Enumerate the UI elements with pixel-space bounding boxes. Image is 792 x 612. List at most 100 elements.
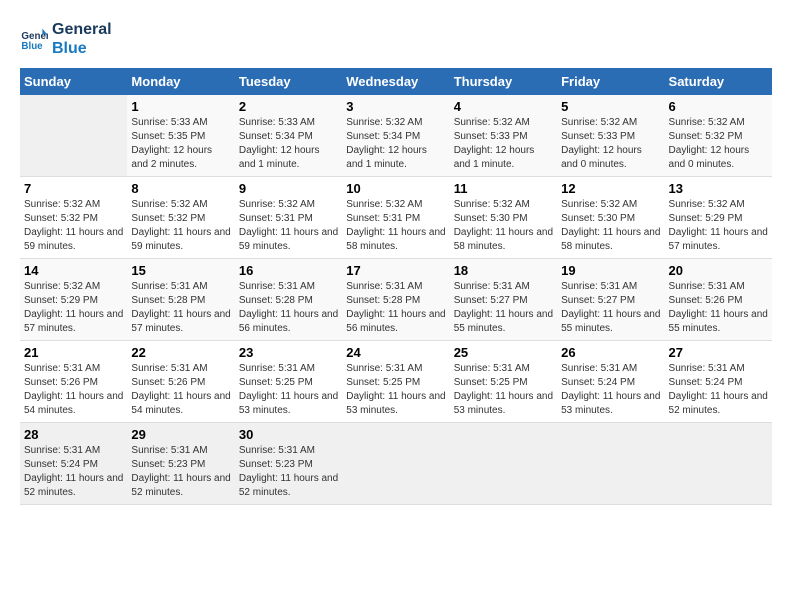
calendar-week-row: 14 Sunrise: 5:32 AMSunset: 5:29 PMDayligh… <box>20 259 772 341</box>
calendar-cell: 18 Sunrise: 5:31 AMSunset: 5:27 PMDayligh… <box>450 259 557 341</box>
day-number: 23 <box>239 345 338 360</box>
calendar-cell <box>20 95 127 177</box>
day-number: 9 <box>239 181 338 196</box>
calendar-cell: 24 Sunrise: 5:31 AMSunset: 5:25 PMDayligh… <box>342 341 449 423</box>
day-number: 2 <box>239 99 338 114</box>
calendar-header-row: SundayMondayTuesdayWednesdayThursdayFrid… <box>20 68 772 95</box>
day-number: 15 <box>131 263 230 278</box>
calendar-cell: 14 Sunrise: 5:32 AMSunset: 5:29 PMDayligh… <box>20 259 127 341</box>
day-info: Sunrise: 5:31 AMSunset: 5:25 PMDaylight:… <box>454 362 553 418</box>
calendar-week-row: 21 Sunrise: 5:31 AMSunset: 5:26 PMDayligh… <box>20 341 772 423</box>
day-info: Sunrise: 5:32 AMSunset: 5:31 PMDaylight:… <box>346 198 445 254</box>
calendar-cell: 30 Sunrise: 5:31 AMSunset: 5:23 PMDayligh… <box>235 423 342 505</box>
calendar-cell: 23Sunrise: 5:31 AMSunset: 5:25 PMDayligh… <box>235 341 342 423</box>
day-number: 5 <box>561 99 660 114</box>
day-number: 29 <box>131 427 230 442</box>
day-info: Sunrise: 5:33 AMSunset: 5:35 PMDaylight:… <box>131 116 230 172</box>
day-number: 6 <box>669 99 768 114</box>
logo: General Blue General Blue <box>20 20 112 58</box>
calendar-cell: 25Sunrise: 5:31 AMSunset: 5:25 PMDayligh… <box>450 341 557 423</box>
calendar-week-row: 28Sunrise: 5:31 AMSunset: 5:24 PMDayligh… <box>20 423 772 505</box>
day-info: Sunrise: 5:32 AMSunset: 5:30 PMDaylight:… <box>454 198 553 254</box>
day-info: Sunrise: 5:32 AMSunset: 5:29 PMDaylight:… <box>24 280 123 336</box>
day-number: 21 <box>24 345 123 360</box>
calendar-cell: 9 Sunrise: 5:32 AMSunset: 5:31 PMDaylight… <box>235 177 342 259</box>
day-info: Sunrise: 5:32 AMSunset: 5:32 PMDaylight:… <box>24 198 123 254</box>
calendar-cell: 8 Sunrise: 5:32 AMSunset: 5:32 PMDaylight… <box>127 177 234 259</box>
day-info: Sunrise: 5:31 AMSunset: 5:25 PMDaylight:… <box>346 362 445 418</box>
day-number: 19 <box>561 263 660 278</box>
day-number: 7 <box>24 181 123 196</box>
day-number: 20 <box>669 263 768 278</box>
day-info: Sunrise: 5:32 AMSunset: 5:34 PMDaylight:… <box>346 116 445 172</box>
calendar-cell: 13Sunrise: 5:32 AMSunset: 5:29 PMDayligh… <box>665 177 772 259</box>
day-header-thursday: Thursday <box>450 68 557 95</box>
day-info: Sunrise: 5:31 AMSunset: 5:26 PMDaylight:… <box>669 280 768 336</box>
calendar-cell <box>665 423 772 505</box>
day-number: 18 <box>454 263 553 278</box>
calendar-cell: 11 Sunrise: 5:32 AMSunset: 5:30 PMDayligh… <box>450 177 557 259</box>
day-info: Sunrise: 5:31 AMSunset: 5:26 PMDaylight:… <box>131 362 230 418</box>
day-number: 22 <box>131 345 230 360</box>
svg-text:Blue: Blue <box>21 41 43 52</box>
calendar-cell: 26Sunrise: 5:31 AMSunset: 5:24 PMDayligh… <box>557 341 664 423</box>
day-info: Sunrise: 5:31 AMSunset: 5:28 PMDaylight:… <box>239 280 338 336</box>
day-info: Sunrise: 5:32 AMSunset: 5:30 PMDaylight:… <box>561 198 660 254</box>
day-info: Sunrise: 5:32 AMSunset: 5:33 PMDaylight:… <box>561 116 660 172</box>
day-number: 27 <box>669 345 768 360</box>
day-number: 3 <box>346 99 445 114</box>
day-info: Sunrise: 5:31 AMSunset: 5:28 PMDaylight:… <box>131 280 230 336</box>
day-info: Sunrise: 5:33 AMSunset: 5:34 PMDaylight:… <box>239 116 338 172</box>
day-number: 13 <box>669 181 768 196</box>
page-header: General Blue General Blue <box>20 20 772 58</box>
day-header-friday: Friday <box>557 68 664 95</box>
calendar-cell: 4 Sunrise: 5:32 AMSunset: 5:33 PMDaylight… <box>450 95 557 177</box>
calendar-week-row: 1 Sunrise: 5:33 AMSunset: 5:35 PMDaylight… <box>20 95 772 177</box>
day-number: 12 <box>561 181 660 196</box>
day-info: Sunrise: 5:31 AMSunset: 5:23 PMDaylight:… <box>131 444 230 500</box>
day-info: Sunrise: 5:32 AMSunset: 5:31 PMDaylight:… <box>239 198 338 254</box>
calendar-cell: 17Sunrise: 5:31 AMSunset: 5:28 PMDayligh… <box>342 259 449 341</box>
calendar-cell <box>557 423 664 505</box>
day-number: 14 <box>24 263 123 278</box>
calendar-cell: 15 Sunrise: 5:31 AMSunset: 5:28 PMDayligh… <box>127 259 234 341</box>
day-number: 11 <box>454 181 553 196</box>
calendar-cell: 12 Sunrise: 5:32 AMSunset: 5:30 PMDayligh… <box>557 177 664 259</box>
day-info: Sunrise: 5:31 AMSunset: 5:28 PMDaylight:… <box>346 280 445 336</box>
day-number: 8 <box>131 181 230 196</box>
calendar-cell: 27 Sunrise: 5:31 AMSunset: 5:24 PMDayligh… <box>665 341 772 423</box>
day-info: Sunrise: 5:32 AMSunset: 5:32 PMDaylight:… <box>131 198 230 254</box>
day-info: Sunrise: 5:31 AMSunset: 5:27 PMDaylight:… <box>561 280 660 336</box>
day-number: 1 <box>131 99 230 114</box>
calendar-cell <box>342 423 449 505</box>
calendar-cell: 22 Sunrise: 5:31 AMSunset: 5:26 PMDayligh… <box>127 341 234 423</box>
day-number: 30 <box>239 427 338 442</box>
calendar-cell: 28Sunrise: 5:31 AMSunset: 5:24 PMDayligh… <box>20 423 127 505</box>
logo-general: General <box>52 20 112 39</box>
day-info: Sunrise: 5:31 AMSunset: 5:27 PMDaylight:… <box>454 280 553 336</box>
calendar-cell: 16 Sunrise: 5:31 AMSunset: 5:28 PMDayligh… <box>235 259 342 341</box>
calendar-cell: 7 Sunrise: 5:32 AMSunset: 5:32 PMDaylight… <box>20 177 127 259</box>
calendar-cell: 10 Sunrise: 5:32 AMSunset: 5:31 PMDayligh… <box>342 177 449 259</box>
calendar-cell: 1 Sunrise: 5:33 AMSunset: 5:35 PMDaylight… <box>127 95 234 177</box>
calendar-cell: 3 Sunrise: 5:32 AMSunset: 5:34 PMDaylight… <box>342 95 449 177</box>
logo-icon: General Blue <box>20 25 48 53</box>
day-number: 24 <box>346 345 445 360</box>
calendar-cell: 19 Sunrise: 5:31 AMSunset: 5:27 PMDayligh… <box>557 259 664 341</box>
day-number: 28 <box>24 427 123 442</box>
day-header-sunday: Sunday <box>20 68 127 95</box>
calendar-cell: 6 Sunrise: 5:32 AMSunset: 5:32 PMDaylight… <box>665 95 772 177</box>
calendar-cell: 29 Sunrise: 5:31 AMSunset: 5:23 PMDayligh… <box>127 423 234 505</box>
day-info: Sunrise: 5:32 AMSunset: 5:32 PMDaylight:… <box>669 116 768 172</box>
day-number: 4 <box>454 99 553 114</box>
day-number: 10 <box>346 181 445 196</box>
day-header-tuesday: Tuesday <box>235 68 342 95</box>
calendar-cell <box>450 423 557 505</box>
day-info: Sunrise: 5:31 AMSunset: 5:24 PMDaylight:… <box>669 362 768 418</box>
day-info: Sunrise: 5:31 AMSunset: 5:23 PMDaylight:… <box>239 444 338 500</box>
day-info: Sunrise: 5:32 AMSunset: 5:33 PMDaylight:… <box>454 116 553 172</box>
calendar-week-row: 7 Sunrise: 5:32 AMSunset: 5:32 PMDaylight… <box>20 177 772 259</box>
calendar-cell: 21Sunrise: 5:31 AMSunset: 5:26 PMDayligh… <box>20 341 127 423</box>
calendar-cell: 5 Sunrise: 5:32 AMSunset: 5:33 PMDaylight… <box>557 95 664 177</box>
day-number: 16 <box>239 263 338 278</box>
